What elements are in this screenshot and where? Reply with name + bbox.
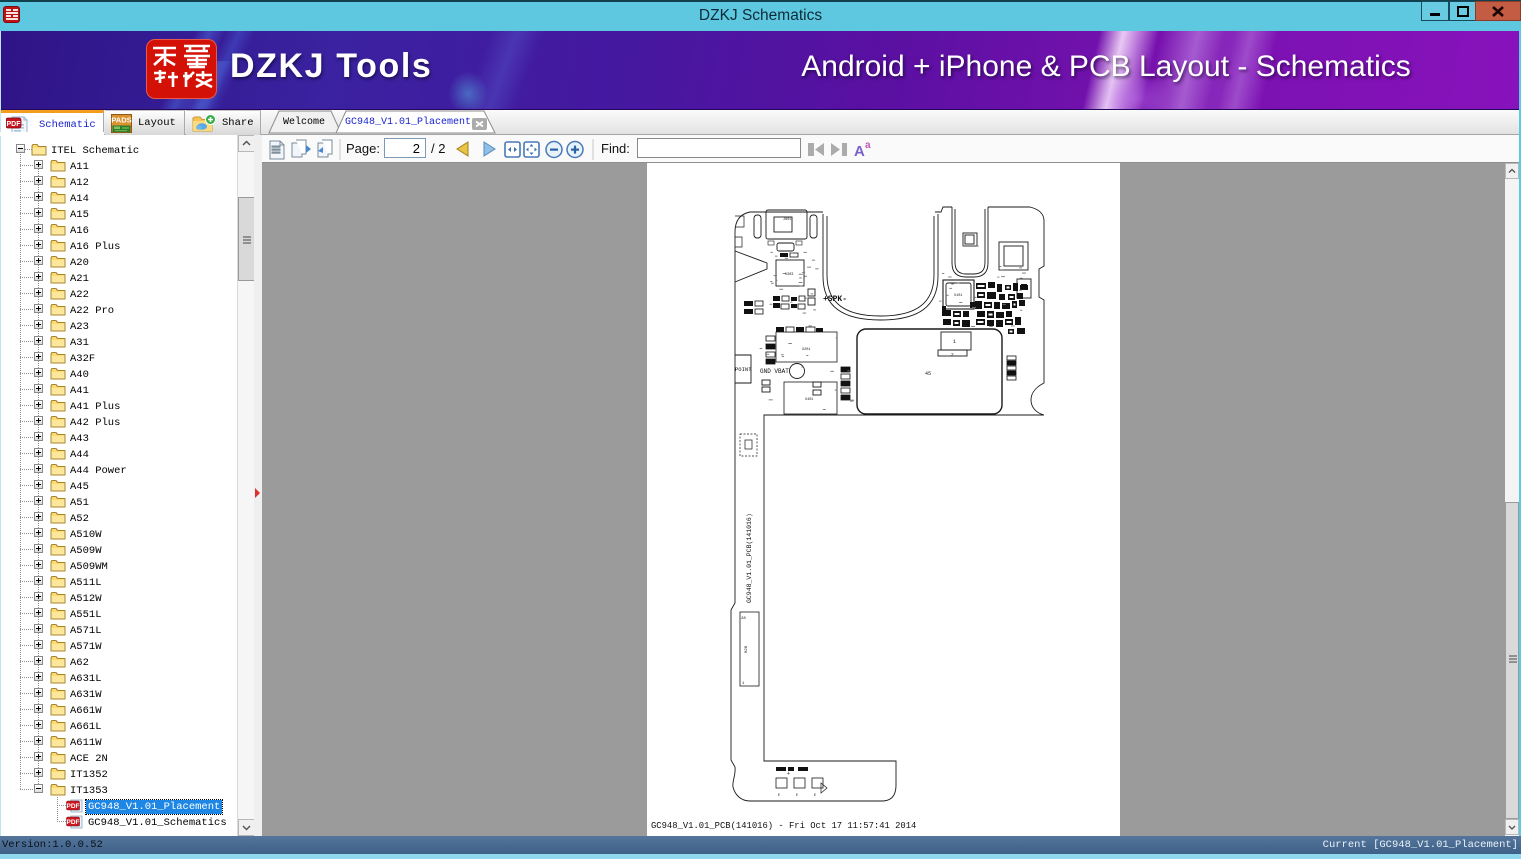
svg-text:PDF: PDF [7,121,22,128]
svg-text:PADS: PADS [111,116,131,125]
svg-text:U201: U201 [802,348,810,352]
svg-text:E: E [814,794,816,798]
svg-text:2: 2 [951,352,954,358]
svg-text:B2B: B2B [745,645,749,653]
svg-text:1: 1 [953,339,956,345]
svg-text:GC948_V1.01_PCB(141016): GC948_V1.01_PCB(141016) [746,513,753,603]
svg-text:U101: U101 [954,294,962,298]
svg-text:PDF: PDF [67,819,80,826]
svg-text:E: E [796,794,798,798]
svg-text:J801: J801 [783,218,791,222]
svg-text:28: 28 [741,617,746,621]
svg-text:1: 1 [742,682,745,686]
svg-text:45: 45 [925,371,931,377]
svg-text:U303: U303 [785,273,793,277]
svg-text:A: A [854,143,865,160]
svg-text:GC948_V1.01_PCB(141016) - Fri: GC948_V1.01_PCB(141016) - Fri Oct 17 11:… [651,821,916,831]
svg-text:E: E [778,794,780,798]
svg-text:a: a [865,140,871,151]
svg-text:POINT: POINT [735,366,752,373]
svg-text:PDF: PDF [67,803,80,810]
svg-text:GND VBAT: GND VBAT [760,368,789,375]
svg-text:U401: U401 [805,398,813,402]
svg-text:+SPK-: +SPK- [823,295,847,304]
svg-text:+: + [787,771,790,777]
